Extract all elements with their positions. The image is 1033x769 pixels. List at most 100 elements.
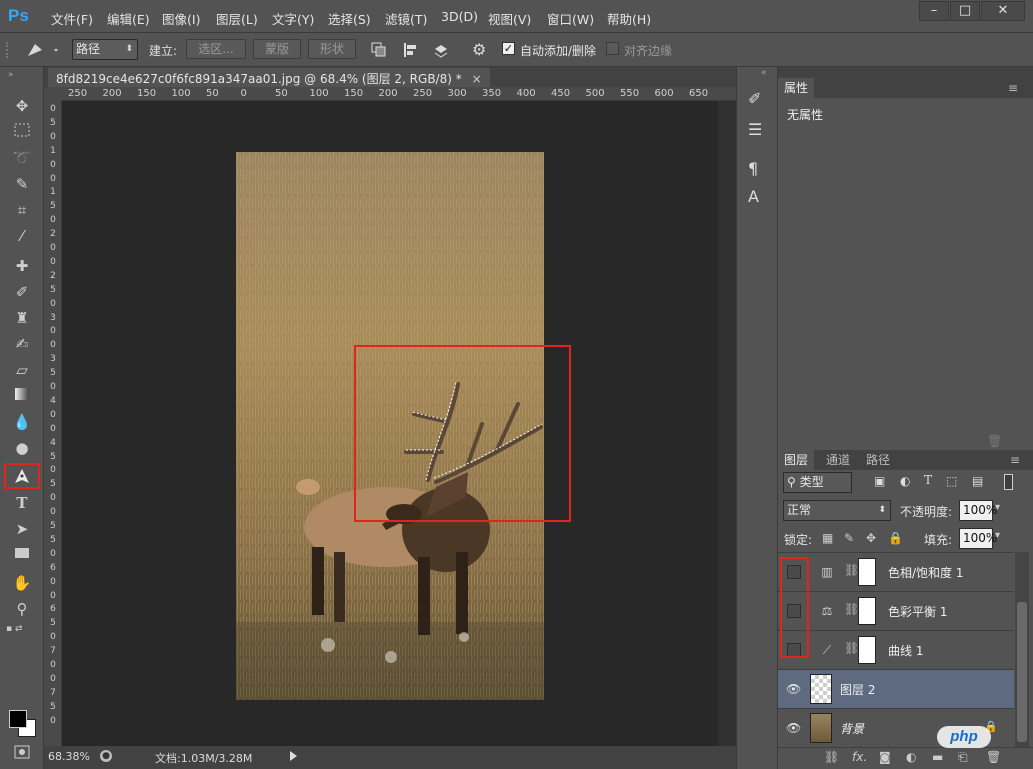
- quick-selection-tool-icon[interactable]: ✎: [10, 173, 34, 195]
- close-tab-icon[interactable]: ×: [472, 72, 482, 86]
- quick-mask-icon[interactable]: [10, 743, 34, 765]
- scrollbar-thumb[interactable]: [1017, 602, 1027, 742]
- new-layer-icon[interactable]: ⎗: [958, 750, 968, 765]
- layer-mask-thumbnail[interactable]: [858, 558, 876, 586]
- new-group-icon[interactable]: ▬: [932, 750, 943, 764]
- layer-row-layer2-selected[interactable]: 👁 图层 2: [778, 670, 1014, 709]
- menu-3d[interactable]: 3D(D): [441, 9, 478, 24]
- eye-icon[interactable]: 👁: [786, 682, 801, 696]
- chain-link-icon[interactable]: ⛓: [844, 563, 859, 577]
- blend-mode-select[interactable]: 正常 ⬍: [783, 500, 891, 521]
- pen-tool-selected[interactable]: [4, 463, 40, 489]
- layer-thumbnail[interactable]: [810, 713, 832, 743]
- link-layers-icon[interactable]: ⛓: [824, 750, 839, 764]
- auto-add-checkbox[interactable]: ✓: [502, 42, 515, 55]
- close-window-button[interactable]: ✕: [981, 1, 1025, 21]
- move-tool-icon[interactable]: ✥: [10, 95, 34, 117]
- align-edges-checkbox[interactable]: [606, 42, 619, 55]
- chain-link-icon[interactable]: ⛓: [844, 641, 859, 655]
- chevron-down-icon[interactable]: ▾: [995, 502, 1000, 513]
- add-mask-icon[interactable]: ◙: [879, 750, 891, 764]
- filter-type-icon[interactable]: T: [924, 473, 932, 487]
- ruler-origin[interactable]: [44, 87, 62, 101]
- mask-button[interactable]: 蒙版: [253, 39, 301, 59]
- opacity-input[interactable]: 100%: [959, 500, 997, 521]
- canvas-scrollbar[interactable]: [718, 101, 736, 746]
- trash-icon[interactable]: 🗑: [987, 434, 1002, 448]
- lock-all-icon[interactable]: 🔒: [888, 531, 903, 545]
- new-adjustment-icon[interactable]: ◐: [906, 750, 916, 764]
- lock-pixels-icon[interactable]: ✎: [844, 531, 854, 545]
- panel-menu-icon[interactable]: ≡: [1008, 81, 1018, 95]
- selection-button[interactable]: 选区...: [186, 39, 246, 59]
- layer-mask-thumbnail[interactable]: [858, 597, 876, 625]
- eye-icon[interactable]: 👁: [786, 721, 801, 735]
- menu-help[interactable]: 帮助(H): [607, 9, 651, 28]
- filter-adjustment-icon[interactable]: ◐: [900, 474, 910, 488]
- filter-kind-select[interactable]: ⚲ 类型: [783, 472, 852, 493]
- lock-transparent-icon[interactable]: ▦: [822, 531, 833, 545]
- tab-channels[interactable]: 通道: [820, 450, 856, 470]
- tab-layers[interactable]: 图层: [778, 450, 815, 470]
- layer-row-curves[interactable]: ⟋ ⛓ 曲线 1: [778, 631, 1014, 670]
- menu-edit[interactable]: 编辑(E): [107, 9, 150, 28]
- layer-name[interactable]: 背景: [840, 720, 864, 737]
- fill-input[interactable]: 100%: [959, 528, 997, 549]
- gear-icon[interactable]: ⚙: [472, 40, 492, 60]
- paragraph-icon[interactable]: ¶: [748, 159, 758, 178]
- layer-name[interactable]: 曲线 1: [888, 642, 923, 659]
- brush-presets-icon[interactable]: ✐: [748, 89, 761, 108]
- collapse-arrows-icon[interactable]: »: [8, 70, 14, 80]
- vertical-ruler[interactable]: 0 5 0 1 0 0 1 5 0 2 0 0 2 5 0 3 0 0 3 5 0 4 0 0 4 5 0 5 0 0 5 5 0 6 0 0 6 5 0 7…: [44, 101, 62, 746]
- crop-tool-icon[interactable]: ⌗: [10, 199, 34, 221]
- layers-scrollbar[interactable]: [1015, 552, 1029, 747]
- tab-properties[interactable]: 属性: [778, 78, 815, 98]
- eyedropper-tool-icon[interactable]: ⁄: [10, 225, 34, 247]
- eraser-tool-icon[interactable]: ▱: [10, 359, 34, 381]
- horizontal-ruler[interactable]: 250 200 150 100 50 0 50 100 150 200 250 300 350 400 45…: [62, 87, 736, 101]
- menu-image[interactable]: 图像(I): [162, 9, 200, 28]
- rectangle-tool-icon[interactable]: [10, 544, 34, 566]
- menu-type[interactable]: 文字(Y): [272, 9, 314, 28]
- blur-tool-icon[interactable]: 💧: [10, 411, 34, 433]
- layer-mask-thumbnail[interactable]: [858, 636, 876, 664]
- play-arrow-icon[interactable]: [290, 751, 297, 761]
- mode-select[interactable]: 路径 ⬍: [72, 39, 138, 60]
- layer-name[interactable]: 色彩平衡 1: [888, 603, 947, 620]
- dodge-tool-icon[interactable]: ●: [10, 437, 34, 459]
- pen-tool-preset-icon[interactable]: [22, 39, 62, 61]
- lasso-tool-icon[interactable]: ➰: [10, 147, 34, 169]
- hand-tool-icon[interactable]: ✋: [10, 572, 34, 594]
- document-tab[interactable]: 8fd8219ce4e627c0f6fc891a347aa01.jpg @ 68…: [48, 68, 490, 87]
- filter-smart-object-icon[interactable]: ▤: [972, 474, 983, 488]
- type-tool-icon[interactable]: T: [10, 492, 34, 514]
- swap-colors-icon[interactable]: ▪ ⇄: [6, 624, 38, 636]
- filter-pixel-icon[interactable]: ▣: [874, 474, 885, 488]
- grip-handle[interactable]: [6, 42, 12, 58]
- chain-link-icon[interactable]: ⛓: [844, 602, 859, 616]
- menu-window[interactable]: 窗口(W): [547, 9, 594, 28]
- collapse-arrows-icon[interactable]: «: [761, 68, 767, 78]
- chevron-down-icon[interactable]: ▾: [995, 530, 1000, 541]
- history-brush-tool-icon[interactable]: ✍: [10, 333, 34, 355]
- layer-name[interactable]: 图层 2: [840, 681, 875, 698]
- path-operations-icon[interactable]: [370, 41, 388, 59]
- status-info-icon[interactable]: ●: [100, 750, 112, 762]
- zoom-tool-icon[interactable]: ⚲: [10, 598, 34, 620]
- tab-paths[interactable]: 路径: [860, 450, 896, 470]
- layer-name[interactable]: 色相/饱和度 1: [888, 564, 964, 581]
- lock-position-icon[interactable]: ✥: [866, 531, 876, 545]
- gradient-tool-icon[interactable]: [10, 385, 34, 407]
- fx-icon[interactable]: fx.: [852, 750, 867, 764]
- minimize-button[interactable]: –: [919, 1, 949, 21]
- menu-select[interactable]: 选择(S): [328, 9, 371, 28]
- menu-layer[interactable]: 图层(L): [216, 9, 258, 28]
- marquee-tool-icon[interactable]: [10, 121, 34, 143]
- delete-layer-icon[interactable]: 🗑: [986, 750, 1001, 764]
- layer-thumbnail[interactable]: [810, 674, 832, 704]
- adjustments-sliders-icon[interactable]: ☰: [748, 120, 762, 139]
- foreground-color-swatch[interactable]: [9, 710, 27, 728]
- brush-tool-icon[interactable]: ✐: [10, 281, 34, 303]
- path-alignment-icon[interactable]: [402, 41, 420, 59]
- menu-filter[interactable]: 滤镜(T): [385, 9, 427, 28]
